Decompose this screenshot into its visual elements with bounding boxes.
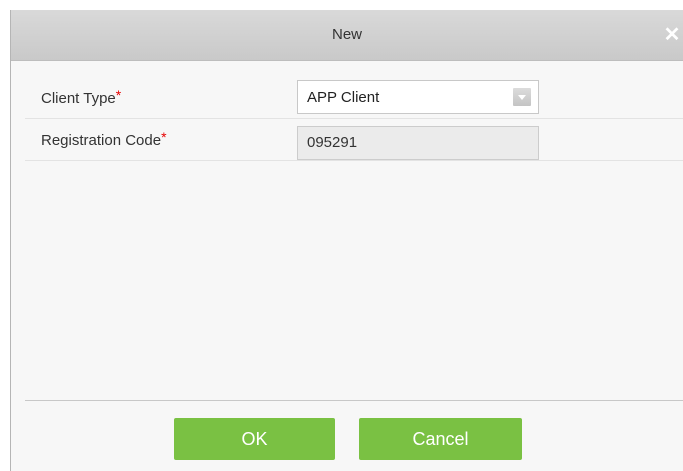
registration-code-label: Registration Code*: [41, 129, 167, 149]
registration-code-label-text: Registration Code: [41, 132, 162, 149]
dialog-titlebar: New ✕: [11, 10, 683, 61]
registration-code-field[interactable]: 095291: [297, 126, 539, 160]
client-type-label: Client Type*: [41, 87, 122, 107]
footer-divider: [25, 400, 683, 401]
required-mark: *: [115, 87, 122, 103]
client-type-row: Client Type* APP Client: [25, 80, 683, 119]
client-type-select[interactable]: APP Client: [297, 80, 539, 114]
ok-button[interactable]: OK: [174, 418, 335, 460]
close-icon[interactable]: ✕: [661, 24, 683, 46]
registration-code-row: Registration Code* 095291: [25, 122, 683, 161]
cancel-button[interactable]: Cancel: [359, 418, 522, 460]
new-dialog: New ✕ Client Type* APP Client Registrati…: [10, 10, 683, 471]
required-mark: *: [161, 129, 167, 145]
chevron-down-icon[interactable]: [513, 88, 531, 106]
dialog-title: New: [331, 26, 362, 43]
client-type-value: APP Client: [307, 89, 380, 106]
registration-code-value: 095291: [307, 134, 358, 151]
client-type-label-text: Client Type: [41, 90, 116, 107]
